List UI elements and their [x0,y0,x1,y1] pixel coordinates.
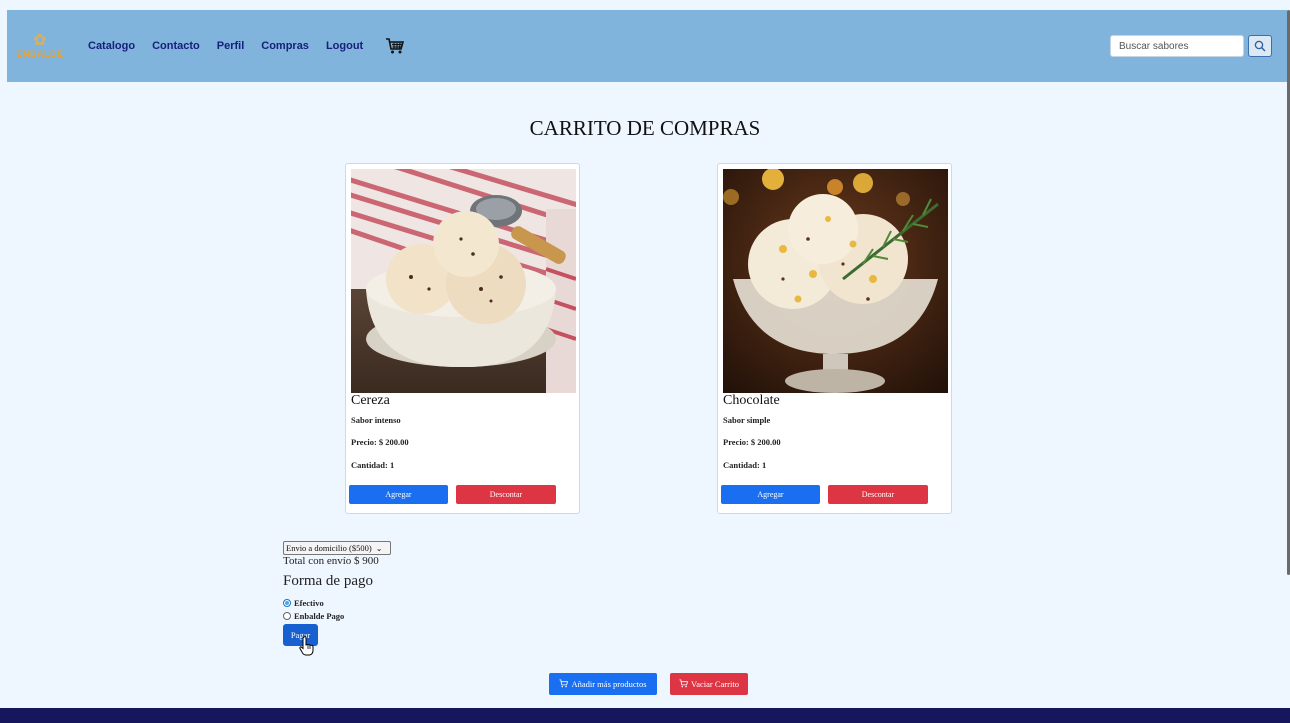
nav-link-catalogo[interactable]: Catalogo [88,40,135,52]
cart-icon [679,678,689,690]
product-name: Chocolate [723,393,780,408]
product-description: Sabor intenso [351,415,401,425]
nav-link-perfil[interactable]: Perfil [217,40,245,52]
product-name: Cereza [351,393,390,408]
radio-button[interactable] [283,612,291,620]
empty-cart-button[interactable]: Vaciar Carrito [670,673,748,695]
brand-logo-text: ENBALDE [16,49,64,59]
ice-cream-logo-icon: ✿ [33,32,47,49]
payment-method-heading: Forma de pago [283,573,373,589]
nav-link-contacto[interactable]: Contacto [152,40,200,52]
product-quantity: Cantidad: 1 [723,460,767,470]
add-button[interactable]: Agregar [721,485,820,504]
shopping-cart-icon[interactable] [385,36,405,56]
nav-links: Catalogo Contacto Perfil Compras Logout [88,36,405,56]
nav-link-compras[interactable]: Compras [261,40,309,52]
product-image [351,169,576,393]
total-with-shipping: Total con envío $ 900 [283,555,379,567]
chevron-down-icon: ⌄ [375,543,383,553]
product-card: Chocolate Sabor simple Precio: $ 200.00 … [717,163,952,514]
remove-button[interactable]: Descontar [828,485,928,504]
search-button[interactable] [1248,35,1272,57]
product-price: Precio: $ 200.00 [723,437,781,447]
payment-option-efectivo[interactable]: Efectivo [283,598,324,608]
nav-link-logout[interactable]: Logout [326,40,363,52]
product-quantity: Cantidad: 1 [351,460,395,470]
search-input[interactable] [1110,35,1244,57]
product-card: Cereza Sabor intenso Precio: $ 200.00 Ca… [345,163,580,514]
remove-button[interactable]: Descontar [456,485,556,504]
add-button[interactable]: Agregar [349,485,448,504]
product-image [723,169,948,393]
shipping-selected-value: Envio a domicilio ($500) [286,543,372,553]
payment-option-label: Enbalde Pago [294,611,345,621]
radio-button-checked[interactable] [283,599,291,607]
payment-option-label: Efectivo [294,598,324,608]
empty-cart-label: Vaciar Carrito [691,679,739,689]
payment-option-enbalde-pago[interactable]: Enbalde Pago [283,611,344,621]
cart-icon [559,678,569,690]
footer [0,708,1290,723]
product-price: Precio: $ 200.00 [351,437,409,447]
hand-pointer-cursor-icon [299,636,314,656]
search-form [1110,35,1272,57]
product-description: Sabor simple [723,415,771,425]
page-title: CARRITO DE COMPRAS [529,116,761,140]
search-icon [1254,40,1266,52]
brand-logo[interactable]: ✿ ENBALDE [12,26,68,66]
add-more-products-label: Añadir más productos [571,679,647,689]
shipping-select[interactable]: Envio a domicilio ($500) ⌄ [283,541,391,555]
add-more-products-button[interactable]: Añadir más productos [549,673,657,695]
navbar: ✿ ENBALDE Catalogo Contacto Perfil Compr… [7,10,1287,82]
